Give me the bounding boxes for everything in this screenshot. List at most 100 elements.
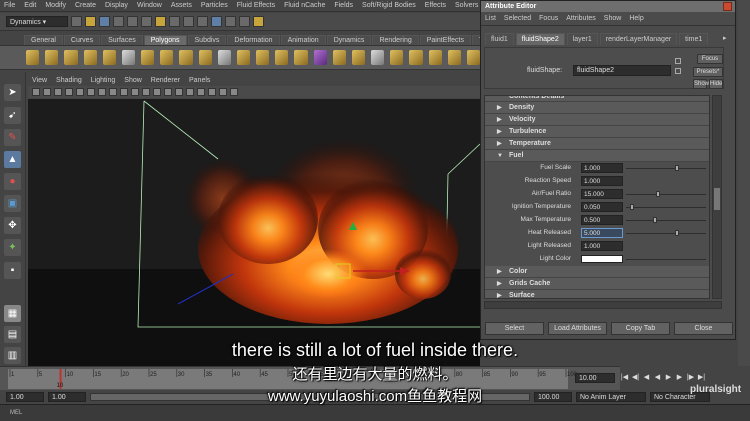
combine-icon[interactable] <box>141 50 155 65</box>
collapse-triangle-icon[interactable]: ▼ <box>497 150 503 162</box>
soft-mod-icon[interactable]: ✦ <box>4 239 21 256</box>
new-scene-icon[interactable] <box>71 16 82 27</box>
close-button[interactable]: Close <box>674 322 733 335</box>
section-temperature[interactable]: ▶ Temperature <box>485 138 709 150</box>
poly-cylinder-icon[interactable] <box>64 50 78 65</box>
attr-field-heat-released[interactable]: 5.000 <box>581 228 623 238</box>
render-icon[interactable] <box>211 16 222 27</box>
image-plane-icon[interactable] <box>65 88 73 96</box>
attr-slider-max-temperature[interactable] <box>626 220 706 221</box>
expand-triangle-icon[interactable]: ▶ <box>497 114 502 126</box>
menu-particles[interactable]: Particles <box>201 2 228 9</box>
attr-field-ignition-temperature[interactable]: 0.050 <box>581 202 623 212</box>
shelf-tab-subdivs[interactable]: Subdivs <box>187 35 227 45</box>
safe-title-icon[interactable] <box>142 88 150 96</box>
expand-triangle-icon[interactable]: ▶ <box>497 266 502 278</box>
shelf-tab-curves[interactable]: Curves <box>63 35 101 45</box>
viewport-menu-renderer[interactable]: Renderer <box>151 77 180 84</box>
spherical-map-icon[interactable] <box>447 50 461 65</box>
shelf-tab-surfaces[interactable]: Surfaces <box>101 35 143 45</box>
paint-select-tool-icon[interactable]: ✎ <box>4 129 21 146</box>
menu-modify[interactable]: Modify <box>45 2 66 9</box>
shelf-tab-painteffects[interactable]: PaintEffects <box>419 35 471 45</box>
film-gate-icon[interactable] <box>87 88 95 96</box>
command-line[interactable]: MEL <box>0 404 750 421</box>
last-tool-icon[interactable]: ▪ <box>4 262 21 279</box>
shelf-tab-dynamics[interactable]: Dynamics <box>326 35 372 45</box>
attr-field-max-temperature[interactable]: 0.500 <box>581 215 623 225</box>
poly-torus-icon[interactable] <box>121 50 136 65</box>
uv-editor-icon[interactable] <box>390 50 404 65</box>
open-scene-icon[interactable] <box>85 16 96 27</box>
viewport-menu-lighting[interactable]: Lighting <box>91 77 116 84</box>
menu-set-dropdown[interactable]: Dynamics ▾ <box>6 16 68 27</box>
vscroll-thumb[interactable] <box>714 188 720 210</box>
poly-plane-icon[interactable] <box>102 50 116 65</box>
menu-soft-rigid-bodies[interactable]: Soft/Rigid Bodies <box>362 2 416 9</box>
scroll-tabs-right-icon[interactable]: ▸ <box>723 34 731 42</box>
smooth-shade-icon[interactable] <box>164 88 172 96</box>
viewport-menu-view[interactable]: View <box>32 77 47 84</box>
safe-action-icon[interactable] <box>131 88 139 96</box>
node-name-field[interactable]: fluidShape2 <box>573 65 671 76</box>
ae-menu-focus[interactable]: Focus <box>539 15 558 22</box>
shelf-tab-deformation[interactable]: Deformation <box>227 35 280 45</box>
attribute-list-vscrollbar[interactable] <box>712 95 722 299</box>
shelf-tab-animation[interactable]: Animation <box>280 35 326 45</box>
menu-fluid-ncache[interactable]: Fluid nCache <box>284 2 325 9</box>
attr-slider-knob-ignition-temperature[interactable] <box>629 204 634 210</box>
section-velocity[interactable]: ▶ Velocity <box>485 114 709 126</box>
snap-grid-icon[interactable] <box>155 16 166 27</box>
section-turbulence[interactable]: ▶ Turbulence <box>485 126 709 138</box>
wireframe-icon[interactable] <box>153 88 161 96</box>
resolution-gate-icon[interactable] <box>98 88 106 96</box>
mirror-icon[interactable] <box>371 50 385 65</box>
grid-toggle-icon[interactable] <box>76 88 84 96</box>
planar-map-icon[interactable] <box>409 50 423 65</box>
field-chart-icon[interactable] <box>120 88 128 96</box>
ipr-render-icon[interactable] <box>225 16 236 27</box>
scale-tool-icon[interactable]: ▣ <box>4 195 21 212</box>
poly-cone-icon[interactable] <box>83 50 97 65</box>
lights-icon[interactable] <box>197 88 205 96</box>
attr-slider-light-color[interactable] <box>626 259 706 260</box>
menu-create[interactable]: Create <box>75 2 96 9</box>
ae-menu-help[interactable]: Help <box>629 15 643 22</box>
attr-slider-ignition-temperature[interactable] <box>626 207 706 208</box>
menu-fluid-effects[interactable]: Fluid Effects <box>237 2 275 9</box>
bookmark-icon[interactable] <box>54 88 62 96</box>
gate-mask-icon[interactable] <box>109 88 117 96</box>
auto-map-icon[interactable] <box>466 50 481 65</box>
xray-icon[interactable] <box>219 88 227 96</box>
menu-file[interactable]: File <box>4 2 15 9</box>
viewport-menu-show[interactable]: Show <box>124 77 142 84</box>
snap-view-icon[interactable] <box>197 16 208 27</box>
bevel-icon[interactable] <box>294 50 308 65</box>
poly-cube-icon[interactable] <box>45 50 59 65</box>
smooth-icon[interactable] <box>179 50 193 65</box>
expand-triangle-icon[interactable]: ▶ <box>497 102 502 114</box>
ae-menu-attributes[interactable]: Attributes <box>566 15 596 22</box>
node-tab-fluidshape2[interactable]: fluidShape2 <box>515 33 565 45</box>
cylindrical-map-icon[interactable] <box>428 50 442 65</box>
save-scene-icon[interactable] <box>99 16 110 27</box>
append-polygon-icon[interactable] <box>236 50 251 65</box>
attr-field-fuel-scale[interactable]: 1.000 <box>581 163 623 173</box>
section-grids-cache[interactable]: ▶ Grids Cache <box>485 278 709 290</box>
attribute-list-hscrollbar[interactable] <box>484 301 722 309</box>
goto-input-icon[interactable] <box>675 68 681 74</box>
rotate-tool-icon[interactable]: ● <box>4 173 21 190</box>
textured-icon[interactable] <box>186 88 194 96</box>
menu-window[interactable]: Window <box>137 2 162 9</box>
snap-curve-icon[interactable] <box>169 16 180 27</box>
ae-menu-show[interactable]: Show <box>604 15 622 22</box>
attr-field-light-released[interactable]: 1.000 <box>581 241 623 251</box>
split-polygon-icon[interactable] <box>256 50 270 65</box>
select-hierarchy-icon[interactable] <box>113 16 124 27</box>
snap-point-icon[interactable] <box>183 16 194 27</box>
attr-field-reaction-speed[interactable]: 1.000 <box>581 176 623 186</box>
attr-slider-air-fuel-ratio[interactable] <box>626 194 706 195</box>
node-tab-time1[interactable]: time1 <box>679 33 709 45</box>
expand-triangle-icon[interactable]: ▶ <box>497 290 502 298</box>
select-button[interactable]: Select <box>485 322 544 335</box>
